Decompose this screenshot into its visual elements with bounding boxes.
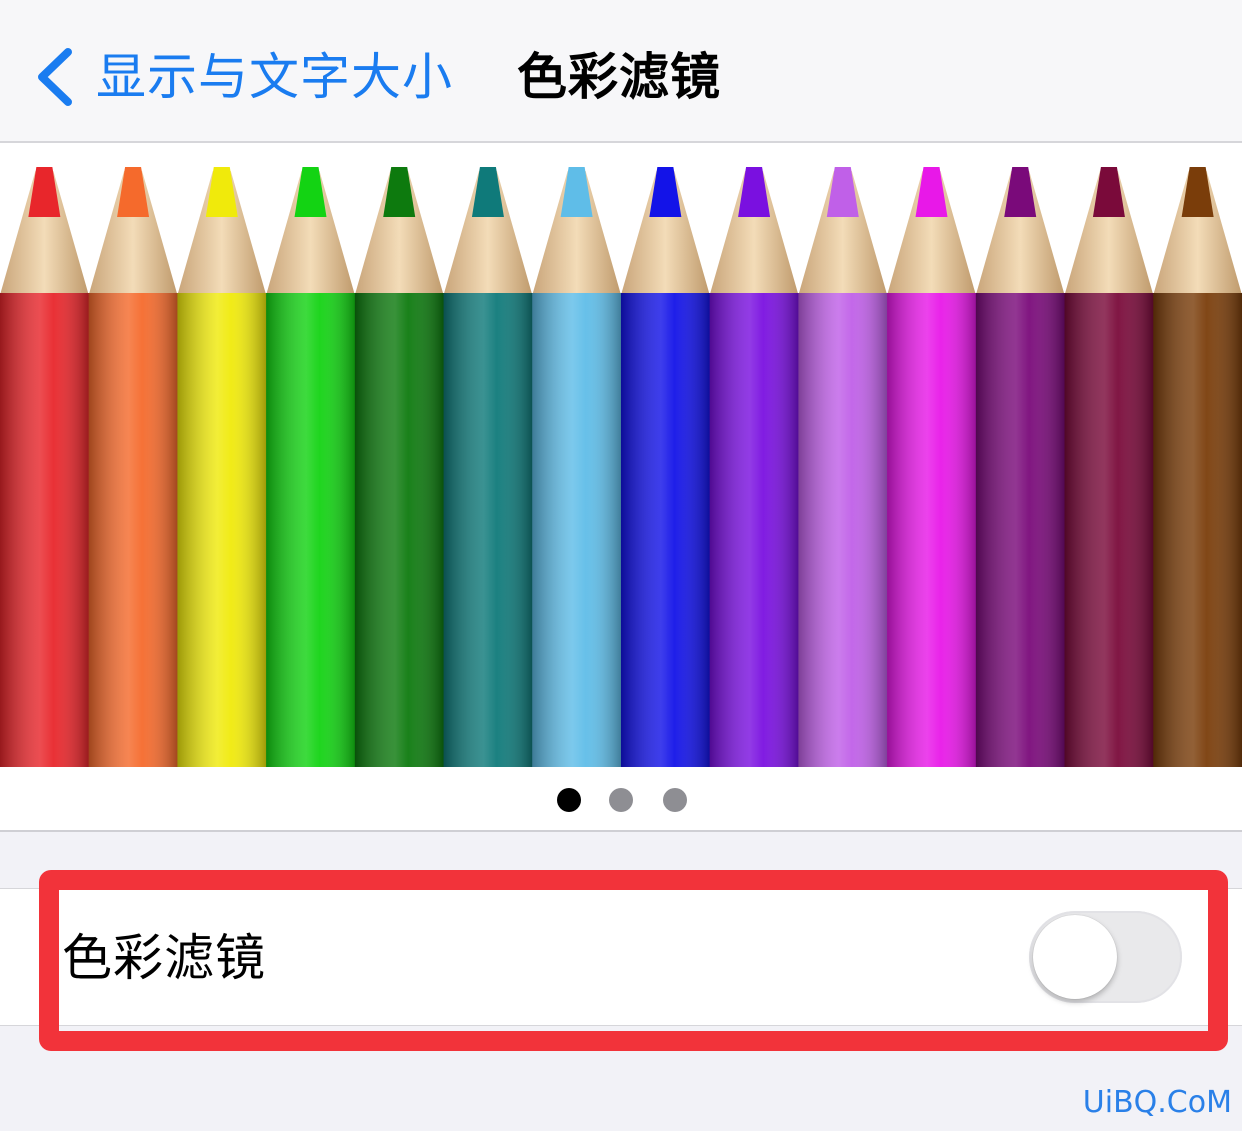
toggle-knob [1033, 915, 1117, 999]
colored-pencils-image [0, 167, 1242, 767]
watermark: UiBQ.CoM [1082, 1085, 1232, 1120]
page-dot[interactable] [609, 788, 633, 812]
pencil [621, 167, 711, 767]
back-button[interactable]: 显示与文字大小 [96, 46, 453, 108]
page-title: 色彩滤镜 [517, 48, 721, 106]
navigation-bar: 显示与文字大小 色彩滤镜 [0, 0, 1242, 143]
pencil [1064, 167, 1154, 767]
page-dot[interactable] [663, 788, 687, 812]
color-filters-toggle[interactable] [1029, 911, 1182, 1003]
pencil [532, 167, 622, 767]
pencil [887, 167, 977, 767]
page-dot[interactable] [557, 788, 581, 812]
pencil [443, 167, 533, 767]
pencil [709, 167, 799, 767]
settings-group: 色彩滤镜 [0, 888, 1242, 1026]
pencil [1153, 167, 1242, 767]
pencil [354, 167, 445, 767]
pencil [975, 167, 1066, 767]
color-preview-carousel[interactable] [0, 143, 1242, 832]
color-filters-label: 色彩滤镜 [62, 929, 266, 987]
pencil [798, 167, 888, 767]
pencil [0, 167, 90, 767]
page-indicator[interactable] [0, 788, 1242, 812]
pencil [177, 167, 267, 767]
chevron-left-icon[interactable] [34, 46, 76, 108]
pencil [266, 167, 356, 767]
pencil [88, 167, 178, 767]
